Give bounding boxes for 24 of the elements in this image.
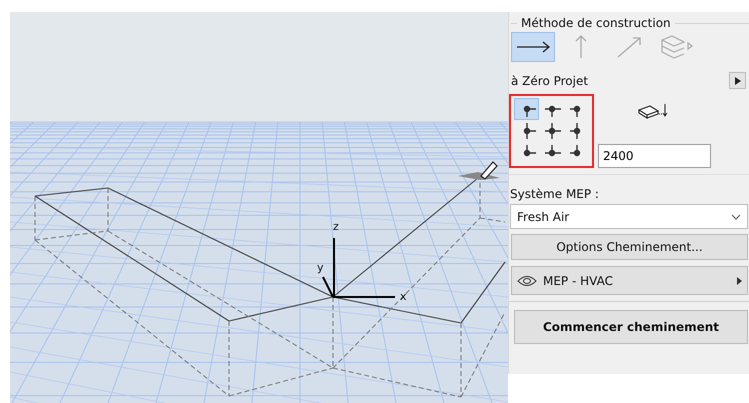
arrow-icon — [617, 36, 641, 58]
axis-label: z — [333, 220, 339, 233]
axis-label: y — [317, 261, 324, 274]
triangle-right-icon — [737, 276, 742, 284]
elevation-input[interactable]: 2400 — [598, 144, 711, 168]
eye-icon — [517, 274, 537, 286]
layer-selector[interactable]: MEP - HVAC — [511, 266, 748, 295]
axis-label: x — [400, 290, 407, 303]
section-title: Méthode de construction — [520, 16, 672, 30]
construction-method-button[interactable] — [511, 32, 555, 62]
pencil-cursor-icon — [458, 161, 500, 180]
anchor-point[interactable] — [514, 98, 539, 120]
arrow-icon — [575, 35, 587, 59]
mep-system-dropdown[interactable]: Fresh Air — [510, 204, 748, 229]
chevron-down-icon — [731, 214, 741, 220]
anchor-dot-icon — [542, 122, 560, 140]
stacked-planes-icon — [661, 35, 693, 59]
triangle-right-icon — [734, 76, 740, 84]
reference-level-label: à Zéro Projet — [511, 74, 588, 88]
start-routing-button[interactable]: Commencer cheminement — [514, 310, 748, 344]
slab-elevation-icon — [638, 102, 670, 122]
routing-options-button[interactable]: Options Cheminement... — [511, 234, 748, 260]
arrow-icon — [516, 41, 550, 53]
reference-menu-button[interactable] — [729, 72, 746, 89]
